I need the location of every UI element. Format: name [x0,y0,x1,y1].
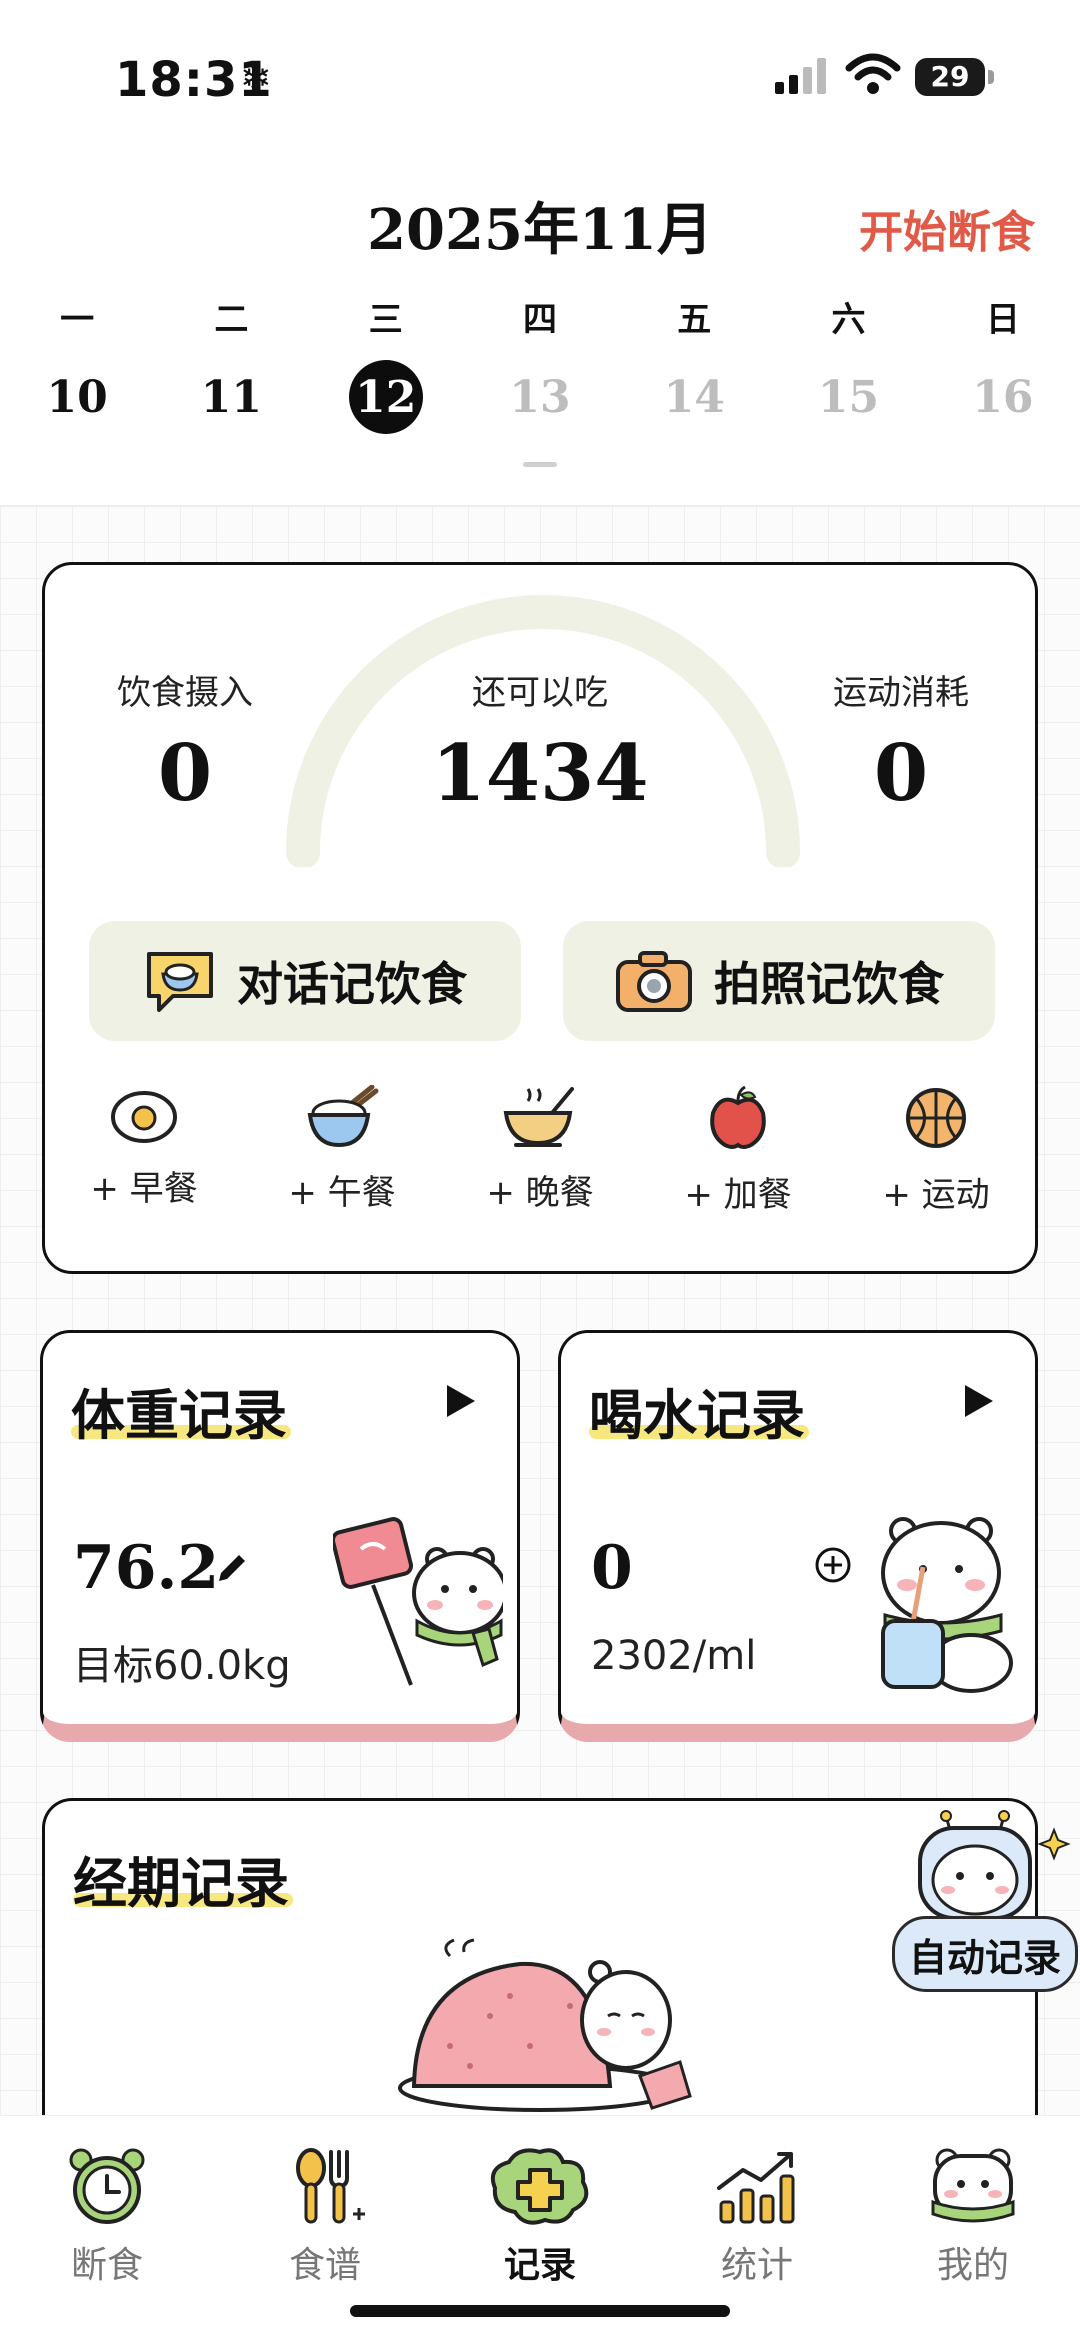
calendar-drag-handle[interactable] [523,462,557,467]
water-title: 喝水记录 [589,1383,805,1447]
intake-label: 饮食摄入 [117,673,253,713]
add-lunch-button[interactable]: + 午餐 [243,1085,441,1216]
home-indicator[interactable] [350,2305,730,2317]
add-breakfast-button[interactable]: + 早餐 [45,1085,243,1216]
date-cell[interactable]: 11 [154,360,308,434]
burn-value: 0 [873,728,929,819]
auto-record-label: 自动记录 [908,1934,1061,1980]
photo-log-food-button[interactable]: 拍照记饮食 [563,921,995,1041]
burn-stat: 运动消耗 0 [801,665,1001,819]
tab-label: 我的 [936,2245,1009,2286]
date-cell-selected[interactable]: 12 [309,360,463,434]
tab-label: 统计 [720,2245,793,2286]
date-row: 10 11 12 13 14 15 16 [0,360,1080,434]
intake-stat: 饮食摄入 0 [85,665,285,819]
remaining-value: 1434 [431,728,649,819]
weekday-label: 一 [60,300,95,340]
tab-label: 食谱 [288,2245,361,2286]
pencil-edit-icon[interactable] [215,1551,249,1585]
add-circle-icon[interactable] [813,1545,853,1585]
weight-target: 目标60.0kg [73,1643,291,1689]
photo-log-food-label: 拍照记饮食 [714,957,944,1011]
cellular-signal-icon [775,58,826,94]
camera-icon [616,951,692,1012]
water-value[interactable]: 0 [591,1533,633,1603]
plus-flower-icon [490,2148,589,2225]
tab-label: 记录 [503,2245,576,2286]
date-cell[interactable]: 13 [463,360,617,434]
bar-chart-icon [717,2152,795,2224]
tab-label: 断食 [70,2245,143,2286]
basketball-icon [906,1088,966,1148]
chat-log-food-label: 对话记饮食 [237,957,467,1011]
weight-title: 体重记录 [71,1383,287,1447]
date-number: 10 [46,371,108,423]
status-bar: 18:31 ❄ 29 [0,0,1080,150]
date-number: 12 [348,360,423,434]
robot-bear-icon [918,1810,1071,1920]
auto-record-badge[interactable]: 自动记录 [892,1916,1078,1992]
water-record-card[interactable]: 喝水记录 0 2302/ml [558,1330,1038,1742]
date-number: 14 [663,371,725,423]
tab-fasting[interactable]: 断食 [22,2146,192,2288]
water-target: 2302/ml [591,1633,757,1679]
date-cell[interactable]: 14 [617,360,771,434]
date-number: 11 [200,371,263,423]
soup-bowl-icon [503,1087,574,1147]
date-cell[interactable]: 10 [0,360,154,434]
weekday-label: 五 [677,300,712,340]
tab-profile[interactable]: 我的 [888,2146,1058,2288]
add-dinner-button[interactable]: + 晚餐 [441,1085,639,1216]
burn-label: 运动消耗 [833,673,969,713]
calorie-card: 饮食摄入 0 还可以吃 1434 运动消耗 0 对话记饮食 拍照记饮食 + 早餐… [42,562,1038,1274]
date-number: 13 [509,371,571,423]
intake-value: 0 [157,728,213,819]
weekday-row: 一 二 三 四 五 六 日 [0,292,1080,341]
meal-label: + 晚餐 [486,1173,594,1213]
chat-bowl-icon [147,952,213,1012]
date-number: 15 [817,371,880,423]
meal-label: + 加餐 [684,1175,792,1215]
add-exercise-button[interactable]: + 运动 [837,1085,1035,1216]
weekday-label: 三 [368,300,403,340]
chat-log-food-button[interactable]: 对话记饮食 [89,921,521,1041]
bear-avatar-icon [931,2148,1015,2223]
add-snack-button[interactable]: + 加餐 [639,1085,837,1216]
period-title: 经期记录 [73,1851,289,1915]
date-cell[interactable]: 15 [771,360,925,434]
apple-icon [710,1085,766,1149]
weight-record-card[interactable]: 体重记录 76.2 目标60.0kg [40,1330,520,1742]
bear-drinking-illustration [881,1517,1013,1693]
battery-indicator: 29 [915,58,985,96]
meal-label: + 运动 [882,1175,990,1215]
date-cell[interactable]: 16 [926,360,1080,434]
meal-shortcuts: + 早餐 + 午餐 + 晚餐 + 加餐 + 运动 [45,1085,1035,1216]
clock-icon [69,2148,145,2224]
tab-stats[interactable]: 统计 [672,2146,842,2288]
fork-spoon-icon [296,2148,365,2224]
fried-egg-icon [111,1091,177,1143]
bear-scale-illustration [333,1517,503,1686]
date-number: 16 [972,371,1034,423]
remaining-stat: 还可以吃 1434 [375,665,705,819]
tab-record[interactable]: 记录 [455,2146,625,2288]
sleeping-bear-illustration [398,1938,692,2112]
snowflake-icon: ❄ [240,56,272,100]
remaining-label: 还可以吃 [472,673,608,713]
weekday-label: 二 [214,300,249,340]
wifi-icon [845,53,901,94]
play-arrow-icon[interactable] [443,1383,477,1419]
meal-label: + 午餐 [288,1173,396,1213]
weekday-label: 四 [522,300,557,340]
tab-recipes[interactable]: 食谱 [240,2146,410,2288]
weight-value[interactable]: 76.2 [73,1533,219,1603]
weekday-label: 六 [831,300,866,340]
battery-tip [988,70,994,84]
meal-label: + 早餐 [90,1169,198,1209]
play-arrow-icon[interactable] [961,1383,995,1419]
rice-bowl-icon [307,1085,379,1148]
start-fasting-button[interactable]: 开始断食 [859,196,1035,260]
weekday-label: 日 [985,300,1020,340]
